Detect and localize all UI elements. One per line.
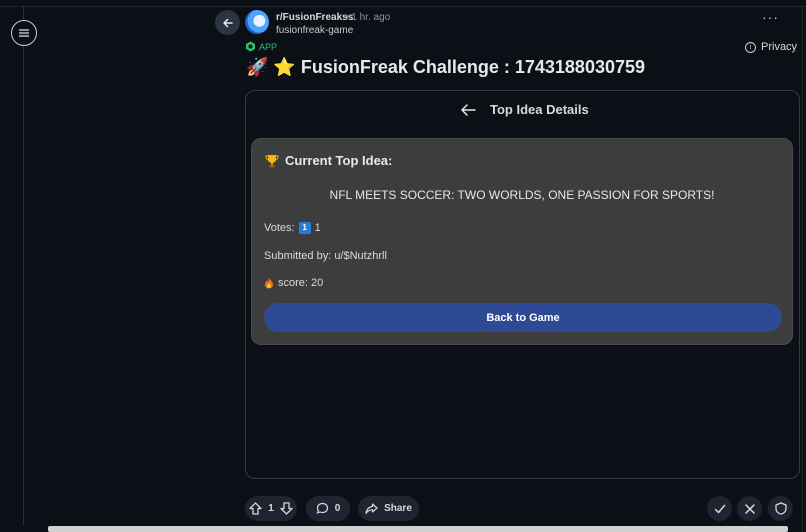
shield-icon bbox=[774, 502, 787, 515]
remove-button[interactable] bbox=[737, 496, 762, 521]
votes-value: 1 bbox=[314, 222, 321, 234]
post-time: • 1 hr. ago bbox=[345, 12, 391, 23]
card-heading: Current Top Idea: bbox=[265, 153, 392, 168]
top-border bbox=[0, 0, 806, 7]
subreddit-avatar[interactable] bbox=[245, 10, 269, 34]
submitted-line: Submitted by: u/$Nutzhrll bbox=[264, 250, 387, 262]
votes-label: Votes: bbox=[264, 222, 295, 234]
mod-shield-button[interactable] bbox=[768, 496, 793, 521]
info-icon: i bbox=[745, 41, 756, 53]
back-to-game-button[interactable]: Back to Game bbox=[264, 303, 782, 332]
arrow-left-icon bbox=[222, 18, 233, 27]
top-idea-text: NFL MEETS SOCCER: TWO WORLDS, ONE PASSIO… bbox=[329, 188, 715, 202]
trophy-icon bbox=[265, 154, 279, 167]
post-title: 🚀 ⭐ FusionFreak Challenge : 174318803075… bbox=[246, 57, 646, 77]
back-button[interactable] bbox=[215, 10, 240, 35]
fire-icon bbox=[265, 277, 273, 289]
score-text: score: 20 bbox=[278, 277, 324, 289]
app-icon bbox=[246, 41, 255, 52]
close-icon bbox=[744, 503, 755, 514]
details-header: Top Idea Details bbox=[460, 102, 589, 117]
votes-line: Votes: 1 1 bbox=[264, 222, 321, 234]
right-divider bbox=[802, 6, 803, 532]
privacy-label: Privacy bbox=[761, 41, 798, 53]
check-icon bbox=[714, 504, 725, 513]
subreddit-name[interactable]: r/FusionFreakss bbox=[276, 12, 353, 23]
privacy-link[interactable]: i Privacy bbox=[745, 41, 797, 53]
arrow-left-icon[interactable] bbox=[460, 103, 476, 117]
more-options-button[interactable]: ··· bbox=[762, 10, 779, 24]
comment-icon bbox=[316, 502, 328, 515]
details-title: Top Idea Details bbox=[490, 102, 589, 117]
post-author[interactable]: fusionfreak-game bbox=[276, 25, 353, 36]
submitted-by: Submitted by: u/$Nutzhrll bbox=[264, 250, 387, 262]
approve-button[interactable] bbox=[707, 496, 732, 521]
hamburger-icon bbox=[19, 29, 29, 37]
comment-count: 0 bbox=[334, 503, 341, 514]
app-badge: APP bbox=[245, 41, 277, 52]
app-badge-label: APP bbox=[259, 41, 278, 52]
share-label: Share bbox=[384, 503, 412, 514]
comments-button[interactable]: 0 bbox=[306, 496, 350, 521]
downvote-icon[interactable] bbox=[280, 502, 293, 515]
card-title: Current Top Idea: bbox=[285, 153, 393, 168]
share-icon bbox=[365, 503, 378, 515]
score-line: score: 20 bbox=[264, 277, 323, 289]
share-button[interactable]: Share bbox=[358, 496, 419, 521]
upvote-icon[interactable] bbox=[249, 502, 262, 515]
vote-count: 1 bbox=[268, 503, 274, 514]
left-rail bbox=[0, 6, 24, 532]
hamburger-menu-button[interactable] bbox=[11, 20, 37, 46]
horizontal-scrollbar[interactable] bbox=[0, 526, 788, 532]
vote-pill: 1 bbox=[245, 496, 297, 521]
keycap-one-icon: 1 bbox=[298, 222, 311, 234]
